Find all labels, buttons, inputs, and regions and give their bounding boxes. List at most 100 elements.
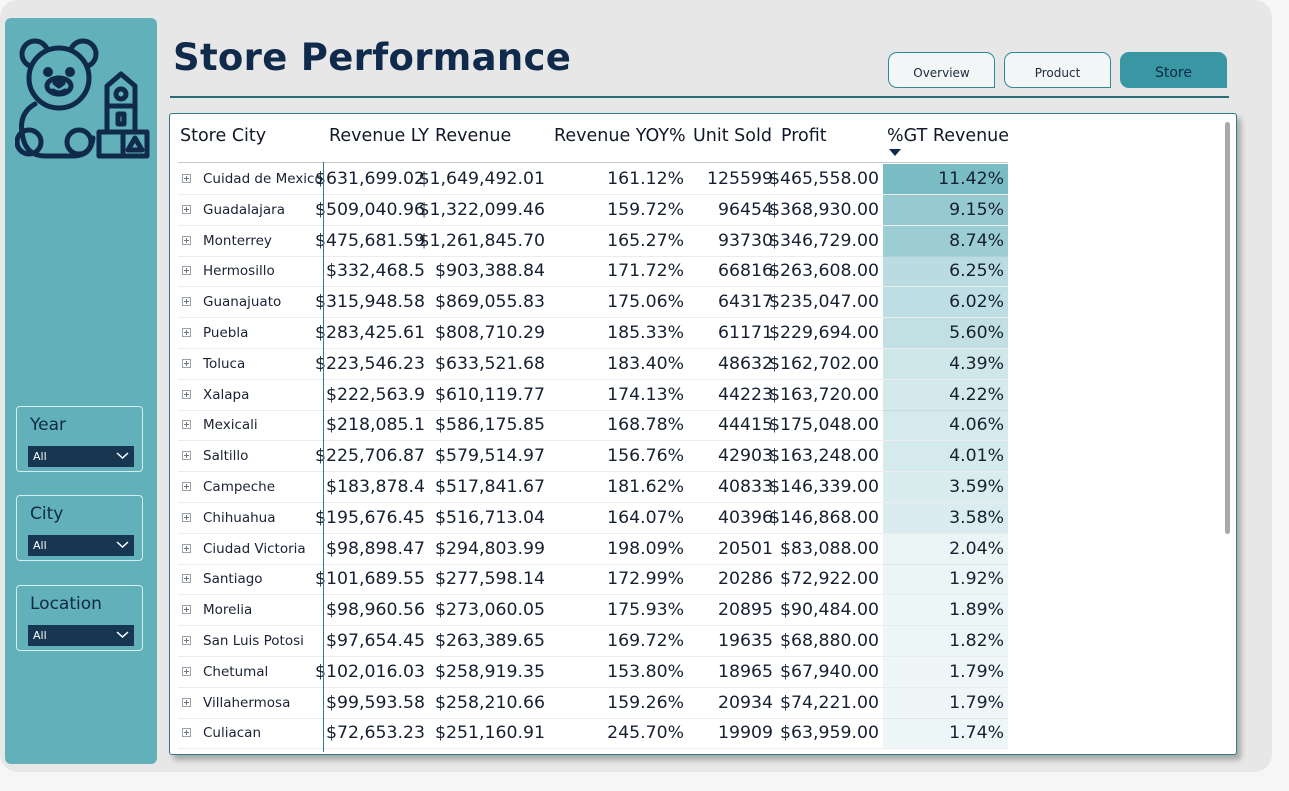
cell-profit: $68,880.00 (780, 631, 879, 651)
table-row[interactable]: Mexicali $218,085.1 $586,175.85 168.78% 4441… (170, 410, 1010, 442)
city-dropdown-value: All (33, 539, 47, 552)
cell-revenue: $633,521.68 (435, 353, 545, 374)
location-dropdown[interactable]: All (28, 625, 134, 646)
cell-gt: 1.82% (949, 631, 1004, 651)
cell-yoy: 159.72% (607, 199, 684, 220)
city-slicer: City All (16, 495, 143, 561)
cell-units: 20895 (718, 600, 773, 621)
expand-row-icon[interactable] (182, 266, 191, 276)
location-slicer-label: Location (30, 594, 102, 614)
cell-units: 19635 (718, 631, 773, 651)
column-header-revenue[interactable]: Revenue (435, 126, 511, 146)
expand-row-icon[interactable] (182, 358, 191, 368)
expand-row-icon[interactable] (182, 543, 191, 553)
table-row[interactable]: Guadalajara $509,040.96 $1,322,099.46 159.7… (170, 194, 1010, 226)
cell-revenue-ly: $223,546.23 (315, 353, 425, 374)
column-header-revenue-yoy[interactable]: Revenue YOY% (554, 126, 686, 146)
table-row[interactable]: Toluca $223,546.23 $633,521.68 183.40% 48632… (170, 348, 1010, 380)
table-row[interactable]: Cuidad de Mexico $631,699.02 $1,649,492.01… (170, 164, 1010, 195)
expand-row-icon[interactable] (182, 420, 191, 430)
expand-row-icon[interactable] (182, 728, 191, 738)
cell-units: 40833 (718, 477, 773, 497)
table-row[interactable]: Villahermosa $99,593.58 $258,210.66 159.26%… (170, 687, 1010, 719)
cell-yoy: 185.33% (607, 323, 684, 343)
expand-row-icon[interactable] (182, 235, 191, 245)
expand-row-icon[interactable] (182, 666, 191, 676)
cell-store-city: Chihuahua (203, 509, 276, 526)
cell-gt: 4.39% (949, 353, 1004, 374)
store-nav-button[interactable]: Store (1120, 52, 1227, 88)
product-nav-button[interactable]: Product (1004, 52, 1111, 88)
expand-row-icon[interactable] (182, 297, 191, 307)
expand-row-icon[interactable] (182, 389, 191, 399)
table-row[interactable]: Xalapa $222,563.9 $610,119.77 174.13% 44223 $… (170, 379, 1010, 411)
column-header-unit-sold[interactable]: Unit Sold (693, 126, 772, 146)
cell-yoy: 159.26% (607, 692, 684, 713)
column-header-gt-revenue[interactable]: %GT Revenue (887, 126, 1009, 146)
cell-store-city: Santiago (203, 571, 263, 588)
cell-profit: $63,959.00 (780, 723, 879, 744)
cell-units: 40396 (718, 507, 773, 528)
cell-yoy: 175.06% (607, 292, 684, 313)
cell-units: 61171 (718, 323, 773, 343)
cell-revenue: $903,388.84 (435, 261, 545, 282)
column-header-profit[interactable]: Profit (781, 126, 827, 146)
table-row[interactable]: San Luis Potosi $97,654.45 $263,389.65 169.… (170, 626, 1010, 657)
table-row[interactable]: Campeche $183,878.4 $517,841.67 181.62% 4083… (170, 472, 1010, 503)
cell-profit: $90,484.00 (780, 600, 879, 621)
table-row[interactable]: Puebla $283,425.61 $808,710.29 185.33% 61171… (170, 318, 1010, 349)
cell-profit: $146,868.00 (769, 507, 879, 528)
cell-units: 44415 (718, 415, 773, 436)
table-row[interactable]: Chihuahua $195,676.45 $516,713.04 164.07% 40… (170, 502, 1010, 534)
expand-row-icon[interactable] (182, 482, 191, 491)
table-row[interactable]: Guanajuato $315,948.58 $869,055.83 175.06% 6… (170, 287, 1010, 319)
cell-revenue-ly: $195,676.45 (315, 507, 425, 528)
city-dropdown[interactable]: All (28, 535, 134, 556)
expand-row-icon[interactable] (182, 174, 191, 183)
cell-profit: $368,930.00 (769, 199, 879, 220)
cell-profit: $229,694.00 (769, 323, 879, 343)
table-row[interactable]: Chetumal $102,016.03 $258,919.35 153.80% 189… (170, 656, 1010, 688)
column-header-revenue-ly[interactable]: Revenue LY (329, 126, 429, 146)
cell-yoy: 156.76% (607, 446, 684, 467)
cell-units: 44223 (718, 384, 773, 405)
table-row[interactable]: Ciudad Victoria $98,898.47 $294,803.99 198.… (170, 533, 1010, 565)
cell-gt: 2.04% (949, 538, 1004, 559)
cell-units: 42903 (718, 446, 773, 467)
column-header-store-city[interactable]: Store City (180, 126, 266, 146)
expand-row-icon[interactable] (182, 204, 191, 214)
expand-row-icon[interactable] (182, 605, 191, 615)
cell-revenue-ly: $183,878.4 (326, 477, 425, 497)
cell-profit: $175,048.00 (769, 415, 879, 436)
cell-gt: 3.58% (949, 507, 1004, 528)
expand-row-icon[interactable] (182, 636, 191, 645)
cell-revenue-ly: $509,040.96 (315, 199, 425, 220)
overview-nav-button[interactable]: Overview (888, 52, 995, 88)
cell-revenue: $869,055.83 (435, 292, 545, 313)
cell-store-city: Mexicali (203, 417, 258, 434)
expand-row-icon[interactable] (182, 328, 191, 337)
table-row[interactable]: Monterrey $475,681.59 $1,261,845.70 165.27%… (170, 225, 1010, 257)
cell-units: 20934 (718, 692, 773, 713)
row-divider (178, 748, 1008, 750)
vertical-scrollbar[interactable] (1225, 122, 1230, 534)
cell-store-city: San Luis Potosi (203, 633, 304, 649)
cell-store-city: Toluca (203, 355, 246, 372)
cell-gt: 8.74% (949, 230, 1004, 251)
cell-gt: 4.06% (949, 415, 1004, 436)
table-row[interactable]: Santiago $101,689.55 $277,598.14 172.99% 202… (170, 564, 1010, 596)
expand-row-icon[interactable] (182, 574, 191, 584)
table-row[interactable]: Saltillo $225,706.87 $579,514.97 156.76% 429… (170, 441, 1010, 473)
expand-row-icon[interactable] (182, 451, 191, 461)
cell-profit: $146,339.00 (769, 477, 879, 497)
cell-units: 93730 (718, 230, 773, 251)
cell-revenue-ly: $315,948.58 (315, 292, 425, 313)
table-row[interactable]: Hermosillo $332,468.5 $903,388.84 171.72% 66… (170, 256, 1010, 288)
table-row[interactable]: Culiacan $72,653.23 $251,160.91 245.70% 1990… (170, 718, 1010, 750)
year-dropdown[interactable]: All (28, 446, 134, 467)
cell-store-city: Xalapa (203, 386, 250, 403)
expand-row-icon[interactable] (182, 512, 191, 522)
cell-revenue-ly: $99,593.58 (326, 692, 425, 713)
table-row[interactable]: Morelia $98,960.56 $273,060.05 175.93% 20895… (170, 595, 1010, 627)
expand-row-icon[interactable] (182, 697, 191, 707)
